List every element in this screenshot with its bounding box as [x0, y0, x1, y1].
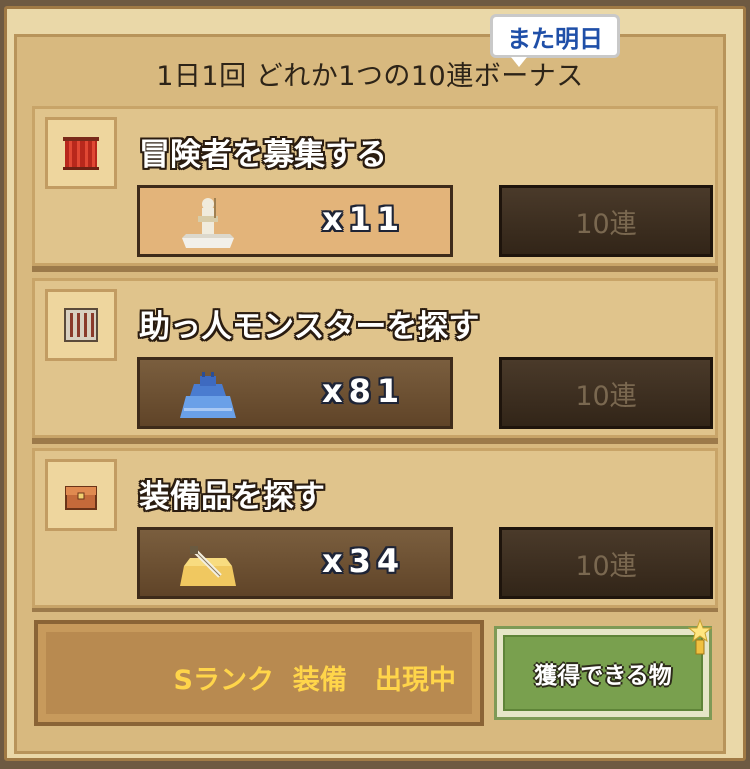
blue-monster-icon — [180, 372, 236, 418]
reward-box-equipment[interactable]: x34 — [137, 527, 453, 599]
adventurer-statue-icon — [182, 198, 234, 248]
ten-pull-button[interactable]: 10連 — [499, 357, 713, 429]
ten-pull-button[interactable]: 10連 — [499, 185, 713, 257]
sword-scroll-icon — [180, 546, 236, 586]
section-title: 冒険者を募集する — [139, 137, 387, 173]
obtainable-items-button[interactable]: 獲得できる物 — [494, 626, 712, 720]
section-find-helper-monsters: 助っ人モンスターを探す x81 10連 — [32, 278, 718, 438]
s-rank-text: Sランク 装備 出現中 — [173, 665, 456, 696]
star-badge-icon — [688, 618, 712, 655]
s-rank-banner-inner: Sランク 装備 出現中 — [46, 632, 472, 714]
reward-box-monsters[interactable]: x81 — [137, 357, 453, 429]
section-title: 装備品を探す — [139, 479, 325, 515]
iron-gate-icon — [45, 289, 117, 361]
section-title: 助っ人モンスターを探す — [139, 309, 480, 345]
s-rank-banner: Sランク 装備 出現中 — [34, 620, 484, 726]
obtainable-items-label: 獲得できる物 — [503, 635, 703, 711]
red-curtain-icon — [45, 117, 117, 189]
panel-title: 1日1回 どれか1つの10連ボーナス — [156, 61, 584, 92]
tomorrow-badge: また明日 — [490, 14, 620, 67]
reward-count: x11 — [322, 200, 406, 238]
reward-count: x34 — [322, 542, 406, 580]
section-recruit-adventurers: 冒険者を募集する x11 10連 — [32, 106, 718, 266]
reward-box-adventurers[interactable]: x11 — [137, 185, 453, 257]
section-find-equipment: 装備品を探す x34 10連 — [32, 448, 718, 608]
reward-count: x81 — [322, 372, 406, 410]
ten-pull-button[interactable]: 10連 — [499, 527, 713, 599]
treasure-chest-icon — [45, 459, 117, 531]
